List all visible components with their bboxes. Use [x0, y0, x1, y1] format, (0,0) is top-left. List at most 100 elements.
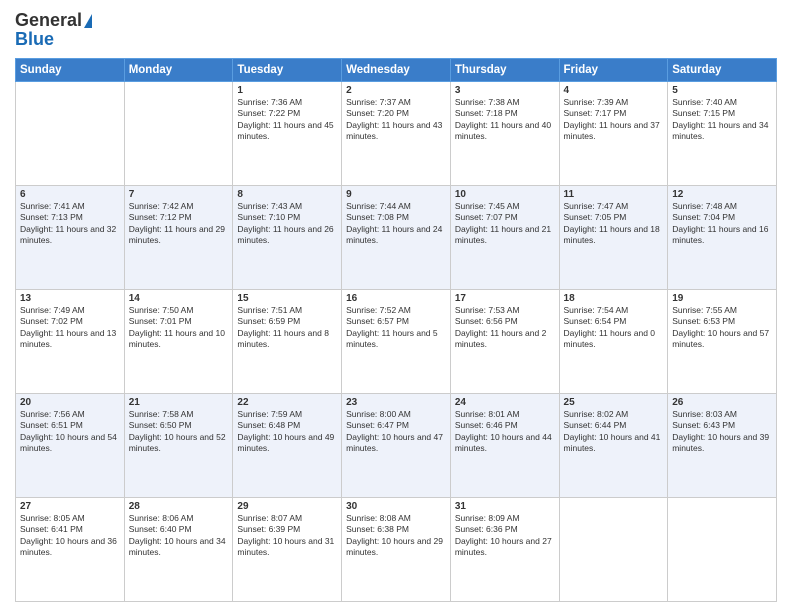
day-number: 8 — [237, 189, 337, 200]
weekday-header-thursday: Thursday — [450, 59, 559, 82]
day-info: Sunrise: 7:39 AMSunset: 7:17 PMDaylight:… — [564, 97, 664, 143]
day-info: Sunrise: 7:52 AMSunset: 6:57 PMDaylight:… — [346, 305, 446, 351]
logo-blue-text: Blue — [15, 29, 54, 50]
calendar-cell: 7Sunrise: 7:42 AMSunset: 7:12 PMDaylight… — [124, 186, 233, 290]
calendar-cell: 21Sunrise: 7:58 AMSunset: 6:50 PMDayligh… — [124, 394, 233, 498]
day-number: 18 — [564, 293, 664, 304]
day-number: 19 — [672, 293, 772, 304]
calendar-cell: 2Sunrise: 7:37 AMSunset: 7:20 PMDaylight… — [342, 82, 451, 186]
day-info: Sunrise: 8:06 AMSunset: 6:40 PMDaylight:… — [129, 513, 229, 559]
calendar-cell: 1Sunrise: 7:36 AMSunset: 7:22 PMDaylight… — [233, 82, 342, 186]
calendar-cell: 8Sunrise: 7:43 AMSunset: 7:10 PMDaylight… — [233, 186, 342, 290]
day-info: Sunrise: 7:41 AMSunset: 7:13 PMDaylight:… — [20, 201, 120, 247]
day-number: 5 — [672, 85, 772, 96]
day-info: Sunrise: 7:54 AMSunset: 6:54 PMDaylight:… — [564, 305, 664, 351]
day-number: 1 — [237, 85, 337, 96]
calendar-week-row: 1Sunrise: 7:36 AMSunset: 7:22 PMDaylight… — [16, 82, 777, 186]
day-info: Sunrise: 7:40 AMSunset: 7:15 PMDaylight:… — [672, 97, 772, 143]
calendar-cell: 28Sunrise: 8:06 AMSunset: 6:40 PMDayligh… — [124, 498, 233, 602]
logo-general-text: General — [15, 10, 82, 31]
day-info: Sunrise: 7:55 AMSunset: 6:53 PMDaylight:… — [672, 305, 772, 351]
logo: General Blue — [15, 10, 92, 50]
day-number: 10 — [455, 189, 555, 200]
day-number: 13 — [20, 293, 120, 304]
calendar-cell: 12Sunrise: 7:48 AMSunset: 7:04 PMDayligh… — [668, 186, 777, 290]
day-number: 4 — [564, 85, 664, 96]
calendar-cell: 4Sunrise: 7:39 AMSunset: 7:17 PMDaylight… — [559, 82, 668, 186]
calendar-cell: 6Sunrise: 7:41 AMSunset: 7:13 PMDaylight… — [16, 186, 125, 290]
calendar-cell — [124, 82, 233, 186]
calendar-cell: 17Sunrise: 7:53 AMSunset: 6:56 PMDayligh… — [450, 290, 559, 394]
calendar-cell: 18Sunrise: 7:54 AMSunset: 6:54 PMDayligh… — [559, 290, 668, 394]
day-info: Sunrise: 7:58 AMSunset: 6:50 PMDaylight:… — [129, 409, 229, 455]
logo-triangle-icon — [84, 14, 92, 28]
weekday-header-sunday: Sunday — [16, 59, 125, 82]
header: General Blue — [15, 10, 777, 50]
day-info: Sunrise: 8:07 AMSunset: 6:39 PMDaylight:… — [237, 513, 337, 559]
weekday-header-wednesday: Wednesday — [342, 59, 451, 82]
day-info: Sunrise: 8:09 AMSunset: 6:36 PMDaylight:… — [455, 513, 555, 559]
calendar-cell — [16, 82, 125, 186]
page: General Blue SundayMondayTuesdayWednesda… — [0, 0, 792, 612]
calendar-cell: 20Sunrise: 7:56 AMSunset: 6:51 PMDayligh… — [16, 394, 125, 498]
day-number: 11 — [564, 189, 664, 200]
day-info: Sunrise: 7:44 AMSunset: 7:08 PMDaylight:… — [346, 201, 446, 247]
calendar-week-row: 27Sunrise: 8:05 AMSunset: 6:41 PMDayligh… — [16, 498, 777, 602]
day-number: 2 — [346, 85, 446, 96]
day-number: 22 — [237, 397, 337, 408]
day-number: 7 — [129, 189, 229, 200]
day-info: Sunrise: 7:59 AMSunset: 6:48 PMDaylight:… — [237, 409, 337, 455]
calendar-cell: 11Sunrise: 7:47 AMSunset: 7:05 PMDayligh… — [559, 186, 668, 290]
day-info: Sunrise: 7:45 AMSunset: 7:07 PMDaylight:… — [455, 201, 555, 247]
day-number: 25 — [564, 397, 664, 408]
day-number: 23 — [346, 397, 446, 408]
calendar-cell: 23Sunrise: 8:00 AMSunset: 6:47 PMDayligh… — [342, 394, 451, 498]
calendar-week-row: 6Sunrise: 7:41 AMSunset: 7:13 PMDaylight… — [16, 186, 777, 290]
calendar-cell: 27Sunrise: 8:05 AMSunset: 6:41 PMDayligh… — [16, 498, 125, 602]
day-info: Sunrise: 7:48 AMSunset: 7:04 PMDaylight:… — [672, 201, 772, 247]
day-number: 30 — [346, 501, 446, 512]
day-number: 28 — [129, 501, 229, 512]
weekday-header-monday: Monday — [124, 59, 233, 82]
day-info: Sunrise: 8:03 AMSunset: 6:43 PMDaylight:… — [672, 409, 772, 455]
day-number: 15 — [237, 293, 337, 304]
day-number: 6 — [20, 189, 120, 200]
calendar-cell — [668, 498, 777, 602]
day-info: Sunrise: 8:00 AMSunset: 6:47 PMDaylight:… — [346, 409, 446, 455]
day-info: Sunrise: 8:02 AMSunset: 6:44 PMDaylight:… — [564, 409, 664, 455]
day-info: Sunrise: 8:01 AMSunset: 6:46 PMDaylight:… — [455, 409, 555, 455]
calendar-cell: 9Sunrise: 7:44 AMSunset: 7:08 PMDaylight… — [342, 186, 451, 290]
day-number: 27 — [20, 501, 120, 512]
calendar-cell: 22Sunrise: 7:59 AMSunset: 6:48 PMDayligh… — [233, 394, 342, 498]
calendar-cell: 16Sunrise: 7:52 AMSunset: 6:57 PMDayligh… — [342, 290, 451, 394]
day-number: 20 — [20, 397, 120, 408]
calendar-cell: 5Sunrise: 7:40 AMSunset: 7:15 PMDaylight… — [668, 82, 777, 186]
calendar-cell: 25Sunrise: 8:02 AMSunset: 6:44 PMDayligh… — [559, 394, 668, 498]
day-info: Sunrise: 8:05 AMSunset: 6:41 PMDaylight:… — [20, 513, 120, 559]
day-info: Sunrise: 8:08 AMSunset: 6:38 PMDaylight:… — [346, 513, 446, 559]
day-number: 3 — [455, 85, 555, 96]
weekday-header-friday: Friday — [559, 59, 668, 82]
calendar-cell: 19Sunrise: 7:55 AMSunset: 6:53 PMDayligh… — [668, 290, 777, 394]
calendar-cell: 3Sunrise: 7:38 AMSunset: 7:18 PMDaylight… — [450, 82, 559, 186]
day-info: Sunrise: 7:49 AMSunset: 7:02 PMDaylight:… — [20, 305, 120, 351]
calendar-cell: 31Sunrise: 8:09 AMSunset: 6:36 PMDayligh… — [450, 498, 559, 602]
calendar-week-row: 20Sunrise: 7:56 AMSunset: 6:51 PMDayligh… — [16, 394, 777, 498]
calendar-cell: 29Sunrise: 8:07 AMSunset: 6:39 PMDayligh… — [233, 498, 342, 602]
day-info: Sunrise: 7:36 AMSunset: 7:22 PMDaylight:… — [237, 97, 337, 143]
calendar-header-row: SundayMondayTuesdayWednesdayThursdayFrid… — [16, 59, 777, 82]
calendar-cell — [559, 498, 668, 602]
calendar-week-row: 13Sunrise: 7:49 AMSunset: 7:02 PMDayligh… — [16, 290, 777, 394]
day-number: 12 — [672, 189, 772, 200]
day-info: Sunrise: 7:50 AMSunset: 7:01 PMDaylight:… — [129, 305, 229, 351]
weekday-header-saturday: Saturday — [668, 59, 777, 82]
day-number: 21 — [129, 397, 229, 408]
calendar-cell: 15Sunrise: 7:51 AMSunset: 6:59 PMDayligh… — [233, 290, 342, 394]
day-info: Sunrise: 7:43 AMSunset: 7:10 PMDaylight:… — [237, 201, 337, 247]
day-number: 29 — [237, 501, 337, 512]
day-info: Sunrise: 7:37 AMSunset: 7:20 PMDaylight:… — [346, 97, 446, 143]
day-number: 26 — [672, 397, 772, 408]
day-number: 31 — [455, 501, 555, 512]
day-number: 17 — [455, 293, 555, 304]
day-info: Sunrise: 7:51 AMSunset: 6:59 PMDaylight:… — [237, 305, 337, 351]
